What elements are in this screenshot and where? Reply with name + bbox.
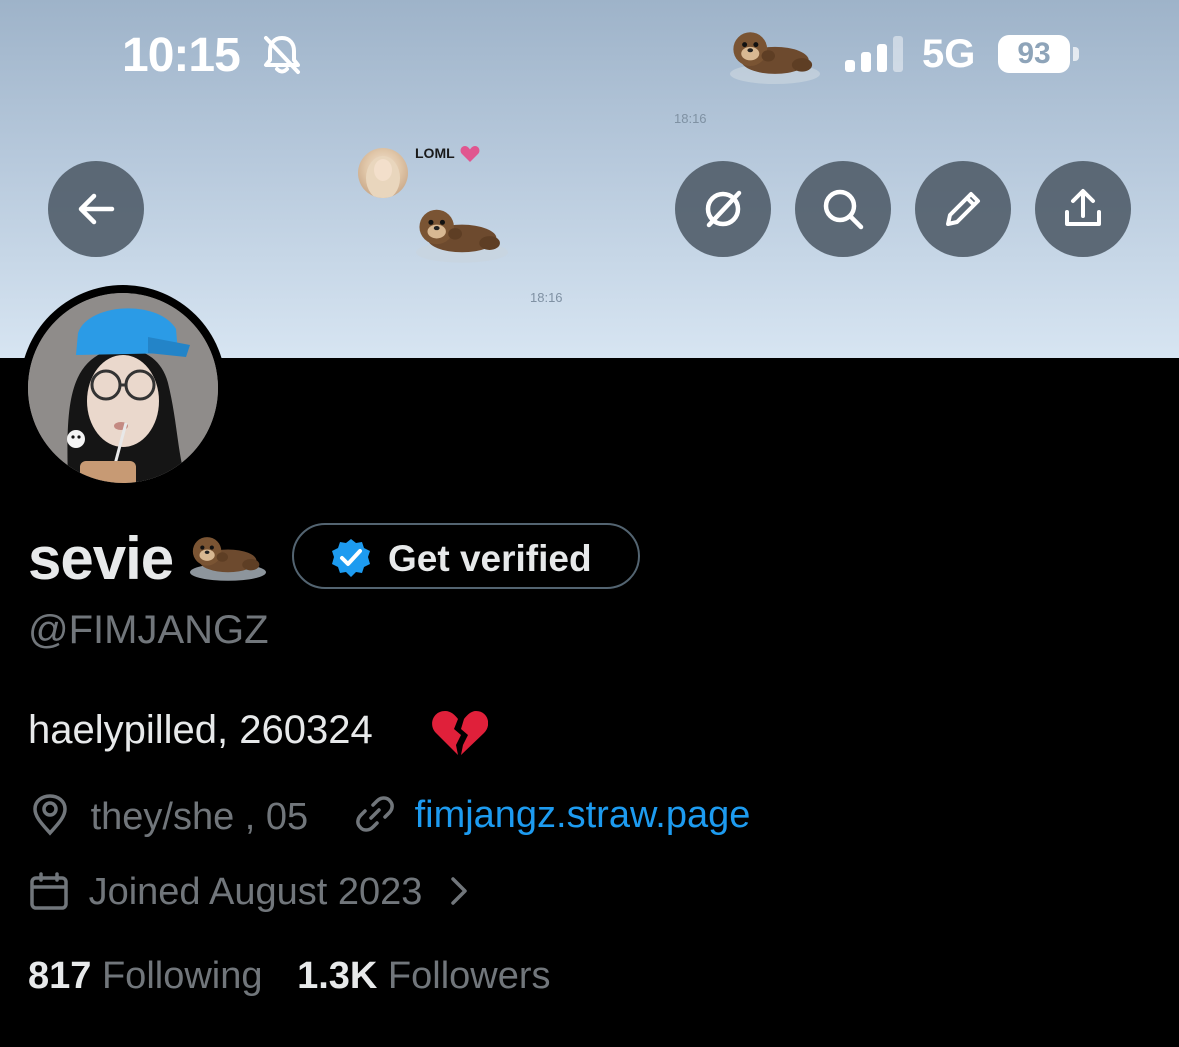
search-button[interactable] <box>795 161 891 257</box>
followers-count: 1.3K <box>297 955 378 997</box>
status-time: 10:15 <box>122 29 241 82</box>
share-upload-icon <box>1065 189 1101 226</box>
signal-bars-icon <box>845 36 907 77</box>
battery-level: 93 <box>1017 37 1051 70</box>
website-link[interactable]: fimjangz.straw.page <box>415 794 751 836</box>
battery-cap <box>1073 47 1079 61</box>
location-text: they/she , 05 <box>90 796 309 838</box>
joined-date: Joined August 2023 <box>88 871 423 913</box>
search-icon <box>823 189 864 230</box>
chevron-right-icon <box>451 877 467 905</box>
avatar-photo <box>28 293 218 483</box>
joined-row[interactable]: Joined August 2023 <box>28 870 473 914</box>
location-row: they/she , 05 <box>28 793 308 839</box>
get-verified-label: Get verified <box>388 538 592 579</box>
display-name: sevie <box>28 525 174 592</box>
followers-label: Followers <box>387 955 551 997</box>
get-verified-button[interactable]: Get verified <box>292 523 640 589</box>
share-button[interactable] <box>1035 161 1131 257</box>
following-stat[interactable]: 817 Following <box>28 955 273 997</box>
network-label: 5G <box>922 32 976 76</box>
bell-slash-icon <box>262 34 302 81</box>
calendar-icon <box>30 872 68 910</box>
following-count: 817 <box>28 955 92 997</box>
chat-sender-name: LOML <box>415 145 455 161</box>
location-pin-icon <box>33 794 67 836</box>
broken-heart-icon <box>430 707 489 764</box>
battery-indicator: 93 <box>998 35 1070 73</box>
otter-emoji-icon <box>190 530 266 591</box>
otter-emoji-icon <box>730 24 820 95</box>
pink-heart-icon <box>460 145 480 168</box>
follow-stats: 817 Following 1.3K Followers <box>28 955 551 998</box>
following-label: Following <box>101 955 263 997</box>
username-handle: @FIMJANGZ <box>28 608 269 652</box>
back-button[interactable] <box>48 161 144 257</box>
grok-icon <box>705 190 742 228</box>
edit-button[interactable] <box>915 161 1011 257</box>
grok-button[interactable] <box>675 161 771 257</box>
profile-avatar[interactable] <box>20 285 226 491</box>
verified-badge-icon <box>330 537 372 584</box>
chat-avatar <box>358 148 408 198</box>
website-row[interactable]: fimjangz.straw.page <box>354 793 750 837</box>
followers-stat[interactable]: 1.3K Followers <box>297 955 550 997</box>
otter-sticker-icon <box>416 200 508 275</box>
link-icon <box>356 796 394 832</box>
arrow-left-icon <box>78 193 115 225</box>
chat-timestamp: 18:16 <box>674 111 707 126</box>
profile-bio: haelypilled, 260324 <box>28 708 373 752</box>
chat-timestamp: 18:16 <box>530 290 563 305</box>
pencil-icon <box>946 192 980 226</box>
